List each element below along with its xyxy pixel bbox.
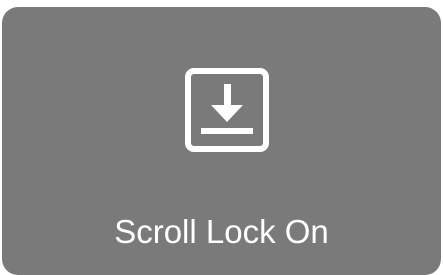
scroll-lock-notification: Scroll Lock On bbox=[2, 7, 441, 275]
status-text: Scroll Lock On bbox=[114, 213, 329, 250]
scroll-lock-icon bbox=[184, 67, 270, 153]
